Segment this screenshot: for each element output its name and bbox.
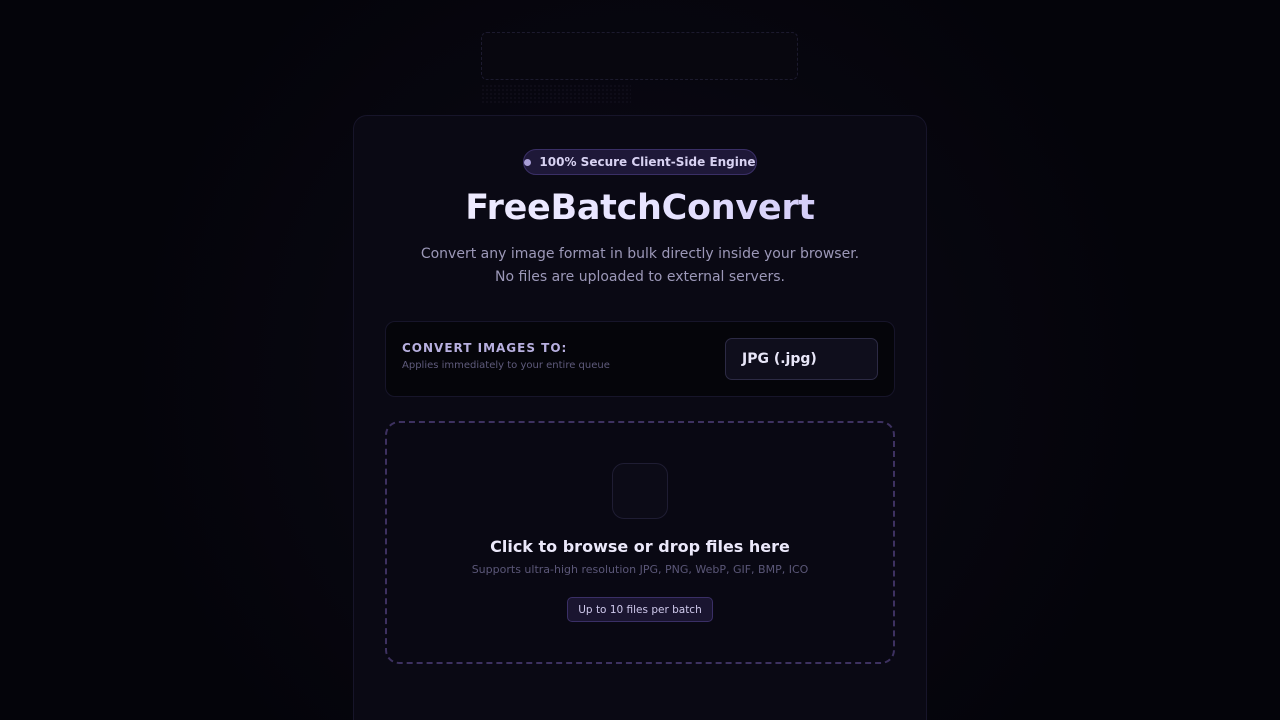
batch-limit-chip: Up to 10 files per batch (567, 597, 713, 622)
output-format-hint: Applies immediately to your entire queue (402, 360, 610, 371)
page: 100% Secure Client-Side Engine FreeBatch… (0, 0, 1280, 720)
page-subtitle: Convert any image format in bulk directl… (420, 246, 860, 285)
status-dot-icon (524, 158, 532, 166)
security-badge: 100% Secure Client-Side Engine (523, 149, 757, 175)
output-format-selected: JPG (.jpg) (742, 351, 817, 367)
output-format-label: CONVERT IMAGES TO: (402, 341, 568, 355)
ad-slot-placeholder (481, 84, 631, 104)
output-format-select[interactable]: JPG (.jpg) (725, 338, 878, 380)
upload-icon[interactable] (612, 463, 668, 519)
dropzone-supported-formats: Supports ultra-high resolution JPG, PNG,… (471, 563, 809, 576)
security-badge-label: 100% Secure Client-Side Engine (539, 155, 756, 169)
dropzone-title[interactable]: Click to browse or drop files here (385, 537, 895, 556)
top-ad-slot (481, 32, 798, 80)
batch-limit-label: Up to 10 files per batch (578, 603, 702, 616)
page-title: FreeBatchConvert (353, 188, 927, 228)
